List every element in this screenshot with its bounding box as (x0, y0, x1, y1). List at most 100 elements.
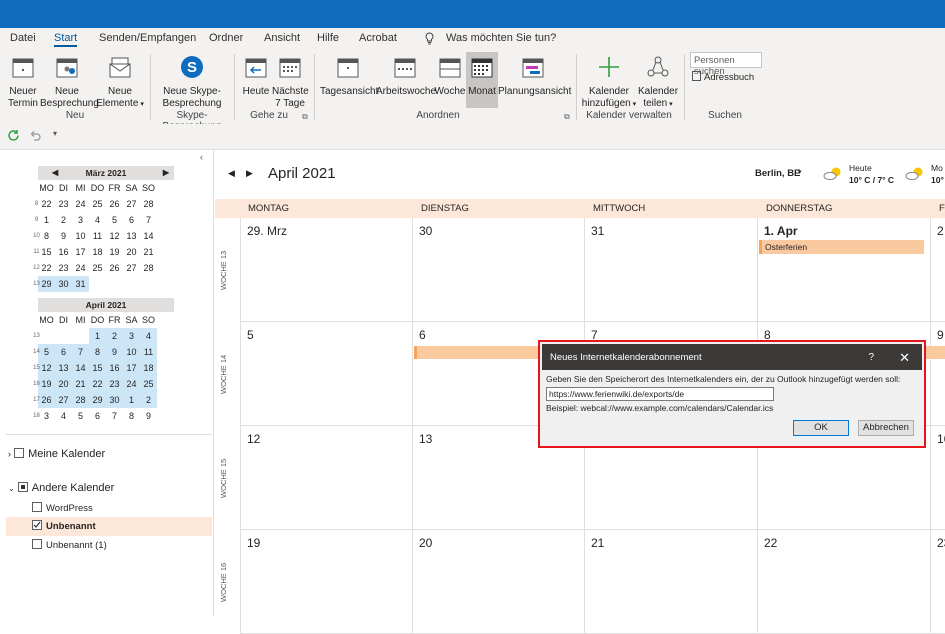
day-cell[interactable]: 5 (240, 322, 413, 426)
mini-calendar-day[interactable]: 4 (55, 408, 72, 424)
day-cell[interactable]: 22 (758, 530, 931, 634)
mini-calendar-day[interactable]: 21 (72, 376, 89, 392)
mini-calendar-day[interactable]: 22 (89, 376, 106, 392)
next-month-icon[interactable]: ▶ (246, 168, 253, 179)
menu-acrobat[interactable]: Acrobat (359, 32, 397, 44)
day-cell[interactable]: 23 (931, 530, 945, 634)
mini-calendar-day[interactable]: 25 (89, 260, 106, 276)
mini-calendar-day[interactable]: 24 (72, 196, 89, 212)
mini-calendar-day[interactable]: 17 (123, 360, 140, 376)
chevron-down-icon[interactable]: ▾ (798, 168, 802, 176)
mini-calendar-day[interactable]: 5 (72, 408, 89, 424)
mini-calendar-day[interactable]: 30 (55, 276, 72, 292)
mini-calendar-day[interactable]: 18 (140, 360, 157, 376)
next-month-icon[interactable]: ▶ (163, 166, 169, 180)
day-cell[interactable]: 30 (413, 218, 585, 322)
meine-kalender-group[interactable]: › Meine Kalender (8, 448, 105, 460)
mini-calendar-day[interactable]: 11 (140, 344, 157, 360)
mini-calendar-day[interactable]: 19 (106, 244, 123, 260)
mini-calendar-day[interactable]: 23 (106, 376, 123, 392)
mini-calendar-day[interactable]: 28 (140, 196, 157, 212)
cancel-button[interactable]: Abbrechen (858, 420, 914, 436)
mini-calendar-day[interactable]: 2 (55, 212, 72, 228)
event-osterferien[interactable]: Osterferien (759, 240, 924, 254)
mini-calendar-day[interactable]: 13 (55, 360, 72, 376)
undo-icon[interactable] (29, 129, 42, 145)
mini-calendar-day[interactable]: 7 (106, 408, 123, 424)
close-icon[interactable]: ✕ (899, 344, 910, 372)
mini-calendar-day[interactable]: 20 (123, 244, 140, 260)
skype-besprechung-button[interactable]: S Neue Skype- Besprechung (160, 52, 224, 109)
mini-calendar-day[interactable]: 7 (72, 344, 89, 360)
mini-calendar-day[interactable]: 28 (72, 392, 89, 408)
mini-calendar-day[interactable]: 18 (89, 244, 106, 260)
mini-calendar-day[interactable]: 3 (72, 212, 89, 228)
andere-kalender-group[interactable]: ⌄ Andere Kalender (8, 482, 114, 494)
kalender-teilen-button[interactable]: Kalender teilen ▾ (638, 52, 678, 109)
mini-calendar-day[interactable]: 29 (89, 392, 106, 408)
monat-button[interactable]: Monat (466, 52, 498, 108)
refresh-icon[interactable] (7, 129, 20, 145)
mini-calendar-day[interactable]: 27 (123, 260, 140, 276)
mini-calendar-day[interactable]: 9 (106, 344, 123, 360)
mini-calendar-day[interactable]: 11 (89, 228, 106, 244)
checkbox-checked[interactable] (32, 520, 42, 530)
calendar-item-wordpress[interactable]: WordPress (32, 502, 93, 514)
neue-elemente-button[interactable]: Neue Elemente ▾ (96, 52, 144, 109)
neue-besprechung-button[interactable]: Neue Besprechung (40, 52, 99, 109)
url-input[interactable]: https://www.ferienwiki.de/exports/de (546, 387, 774, 401)
mini-calendar-day[interactable]: 10 (123, 344, 140, 360)
kalender-hinzufuegen-button[interactable]: Kalender hinzufügen ▾ (580, 52, 638, 109)
day-cell[interactable]: 31 (585, 218, 758, 322)
mini-calendar-day[interactable]: 17 (72, 244, 89, 260)
mini-calendar-day[interactable]: 8 (123, 408, 140, 424)
prev-month-icon[interactable]: ◀ (52, 166, 58, 180)
heute-button[interactable]: Heute (240, 52, 272, 108)
checkbox[interactable] (32, 539, 42, 549)
mini-calendar-day[interactable]: 26 (106, 196, 123, 212)
calendar-item-unbenannt[interactable]: Unbenannt (32, 520, 96, 532)
mini-calendar-day[interactable]: 25 (89, 196, 106, 212)
day-cell[interactable]: 1. Apr (758, 218, 931, 322)
day-cell[interactable]: 21 (585, 530, 758, 634)
mini-calendar-day[interactable]: 20 (55, 376, 72, 392)
day-cell[interactable]: 29. Mrz (240, 218, 413, 322)
personen-suchen-input[interactable]: Personen suchen (690, 52, 762, 77)
mini-calendar-day[interactable]: 24 (123, 376, 140, 392)
menu-senden-empfangen[interactable]: Senden/Empfangen (99, 32, 196, 44)
mini-calendar-day[interactable]: 5 (106, 212, 123, 228)
help-button[interactable]: ? (868, 344, 874, 372)
mini-calendar-day[interactable]: 4 (89, 212, 106, 228)
mini-calendar-day[interactable]: 16 (106, 360, 123, 376)
mini-calendar-day[interactable]: 27 (123, 196, 140, 212)
mini-calendar-day[interactable]: 6 (55, 344, 72, 360)
mini-calendar-day[interactable]: 2 (140, 392, 157, 408)
day-cell[interactable]: 16 (931, 426, 945, 530)
mini-calendar-day[interactable]: 1 (89, 328, 106, 344)
mini-calendar-day[interactable]: 28 (140, 260, 157, 276)
tagesansicht-button[interactable]: Tagesansicht (320, 52, 378, 108)
prev-month-icon[interactable]: ◀ (228, 168, 235, 179)
planungsansicht-button[interactable]: Planungsansicht (498, 52, 571, 108)
mini-calendar-day[interactable]: 4 (140, 328, 157, 344)
woche-button[interactable]: Woche (434, 52, 466, 108)
day-cell[interactable]: 2 (931, 218, 945, 322)
mini-calendar-day[interactable]: 6 (89, 408, 106, 424)
menu-start[interactable]: Start (54, 32, 78, 47)
checkbox-partial[interactable] (17, 482, 28, 492)
mini-calendar-day[interactable]: 7 (140, 212, 157, 228)
mini-calendar-day[interactable]: 30 (106, 392, 123, 408)
mini-calendar-day[interactable]: 24 (72, 260, 89, 276)
day-cell[interactable]: 20 (413, 530, 585, 634)
dialog-launcher-icon[interactable]: ⧉ (302, 112, 308, 122)
mini-calendar-day[interactable]: 23 (55, 260, 72, 276)
mini-calendar-day[interactable]: 1 (123, 392, 140, 408)
day-cell[interactable]: 12 (240, 426, 413, 530)
mini-calendar-day[interactable]: 21 (140, 244, 157, 260)
dialog-launcher-icon[interactable]: ⧉ (564, 112, 570, 122)
neuer-termin-button[interactable]: Neuer Termin (4, 52, 42, 109)
menu-datei[interactable]: Datei (10, 32, 36, 44)
mini-calendar-day[interactable]: 14 (140, 228, 157, 244)
mini-calendar-day[interactable]: 31 (72, 276, 89, 292)
mini-calendar-day[interactable]: 9 (140, 408, 157, 424)
